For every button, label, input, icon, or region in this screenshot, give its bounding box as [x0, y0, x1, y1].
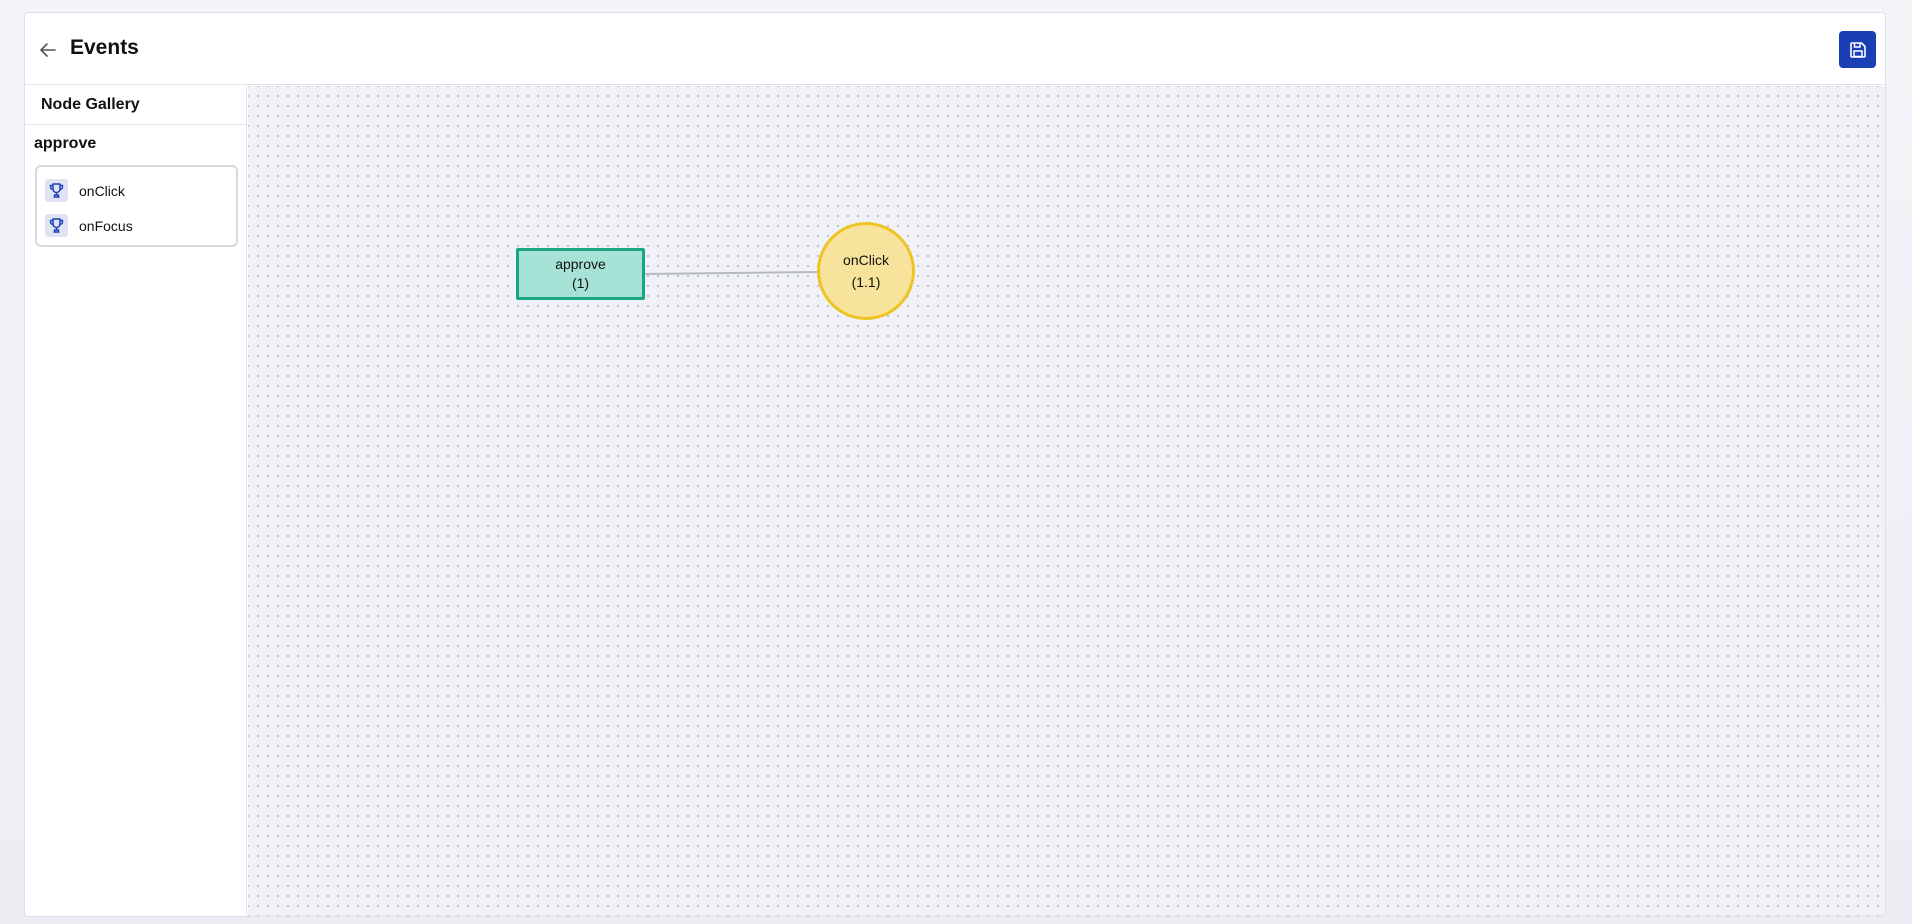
trophy-icon: [45, 179, 68, 202]
node-item-label: onClick: [79, 182, 125, 199]
flow-canvas[interactable]: approve (1) onClick (1.1): [248, 86, 1885, 916]
edge-approve-onclick[interactable]: [644, 271, 818, 275]
flow-node-onclick[interactable]: onClick (1.1): [817, 222, 915, 320]
edge-layer: [644, 271, 818, 275]
arrow-left-icon: [40, 43, 56, 57]
node-item-onfocus[interactable]: onFocus: [37, 206, 236, 245]
node-gallery-panel: Node Gallery approve onClick onFocus: [25, 86, 247, 916]
node-item-onclick[interactable]: onClick: [37, 175, 236, 206]
node-index: (1): [571, 275, 590, 291]
trophy-icon: [45, 214, 68, 237]
node-index: (1.1): [851, 274, 881, 290]
page-title: Events: [70, 36, 139, 59]
save-button[interactable]: [1839, 31, 1876, 68]
node-label: onClick: [843, 252, 889, 268]
events-modal: Events Node Gallery approve onClick onFo…: [24, 12, 1886, 917]
node-label: approve: [555, 256, 606, 272]
node-item-label: onFocus: [79, 217, 133, 234]
save-icon: [1849, 41, 1866, 58]
node-gallery-title: Node Gallery: [25, 86, 246, 125]
modal-header: Events: [25, 13, 1885, 85]
flow-node-approve[interactable]: approve (1): [516, 248, 645, 300]
node-group-title: approve: [34, 135, 97, 152]
node-list: onClick onFocus: [35, 165, 238, 247]
back-button[interactable]: [35, 37, 61, 63]
